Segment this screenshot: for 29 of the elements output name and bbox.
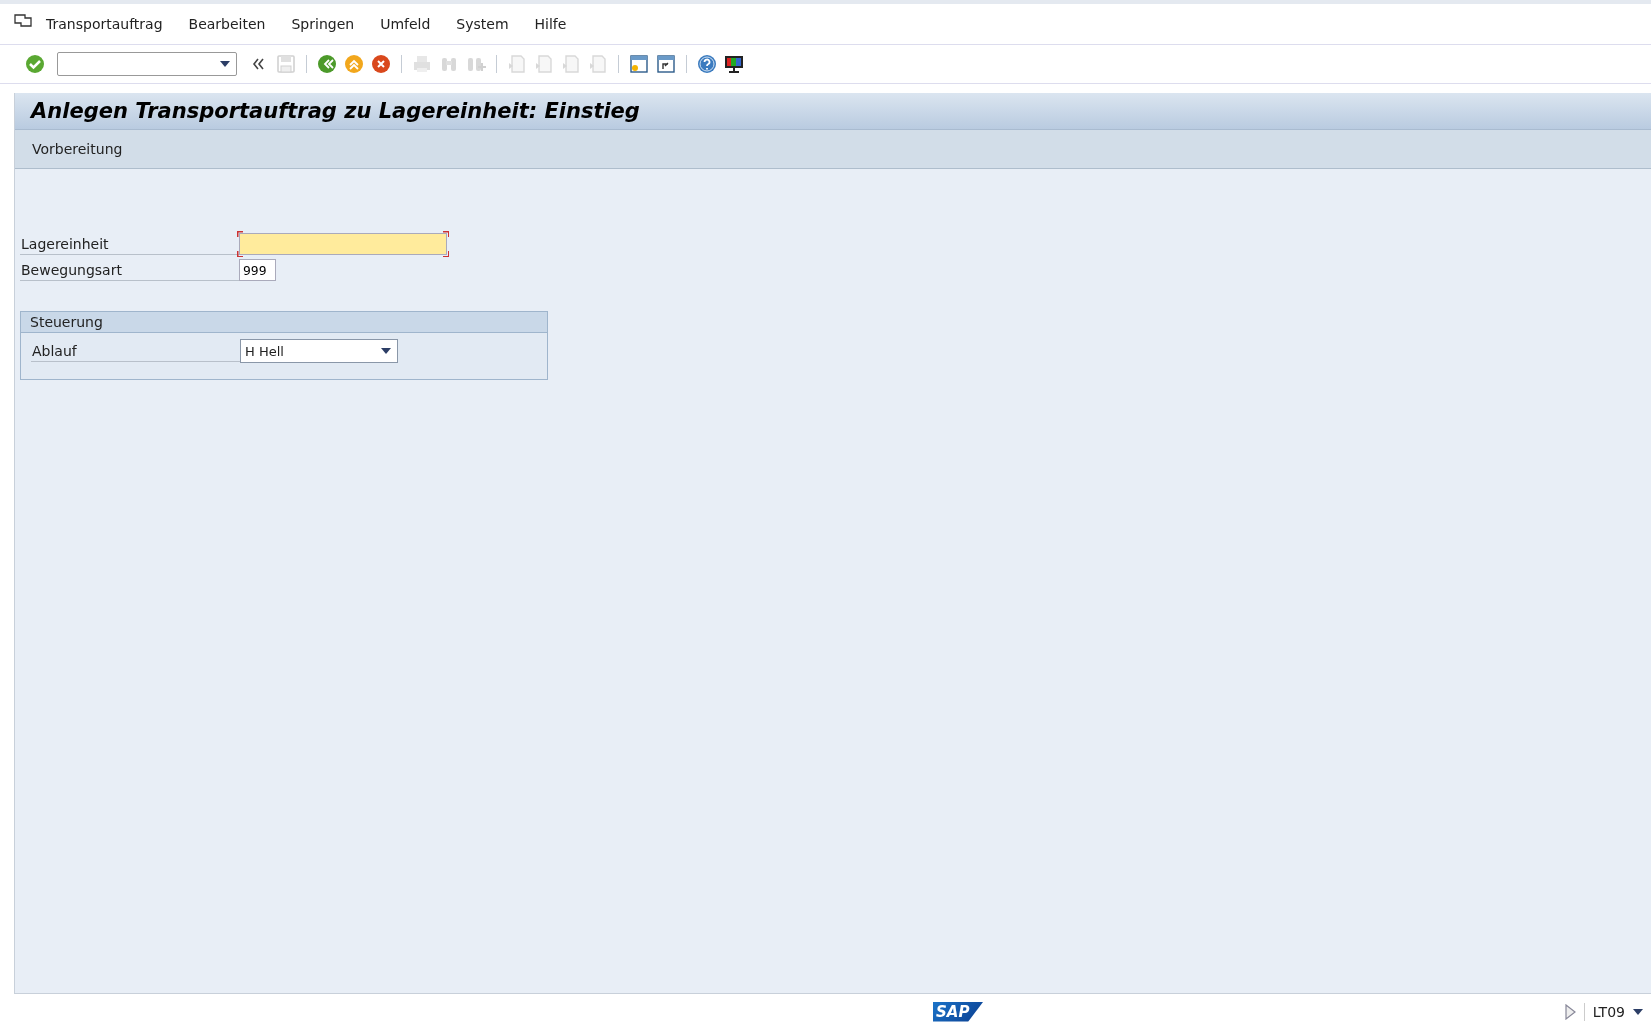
menu-item[interactable]: Springen <box>291 16 355 32</box>
back-icon[interactable] <box>316 53 338 75</box>
input-field[interactable]: 999 <box>239 259 276 281</box>
check-icon[interactable] <box>24 53 46 75</box>
menu-item[interactable]: Bearbeiten <box>188 16 266 32</box>
play-icon[interactable] <box>1563 1003 1576 1020</box>
menu-item[interactable]: Hilfe <box>534 16 567 32</box>
menu-item[interactable]: Umfeld <box>380 16 431 32</box>
dropdown[interactable]: H Hell <box>240 339 398 363</box>
command-field[interactable] <box>57 52 237 76</box>
logo: SAP <box>933 1001 984 1022</box>
shortcut-window-icon[interactable] <box>655 53 677 75</box>
exit-icon[interactable] <box>343 53 365 75</box>
help-icon[interactable] <box>696 53 718 75</box>
screen-title: Anlegen Transportauftrag zu Lagereinheit: Einstieg <box>31 99 640 123</box>
field-label: Ablauf <box>31 340 240 362</box>
cancel-icon[interactable] <box>370 53 392 75</box>
menu-icon[interactable] <box>14 14 32 28</box>
new-window-icon[interactable] <box>628 53 650 75</box>
group-title: Steuerung <box>30 314 103 330</box>
menu-item[interactable]: System <box>456 16 509 32</box>
caret-icon[interactable] <box>1633 1008 1643 1015</box>
transaction-code[interactable]: LT09 <box>1592 1003 1625 1020</box>
menu-item[interactable]: Transportauftrag <box>46 16 163 32</box>
field-label: Bewegungsart <box>20 259 239 281</box>
caret-icon <box>381 348 391 354</box>
caret-icon[interactable] <box>220 61 230 67</box>
toolbar-button[interactable]: Vorbereitung <box>32 141 123 157</box>
monitor-icon[interactable] <box>723 53 745 75</box>
